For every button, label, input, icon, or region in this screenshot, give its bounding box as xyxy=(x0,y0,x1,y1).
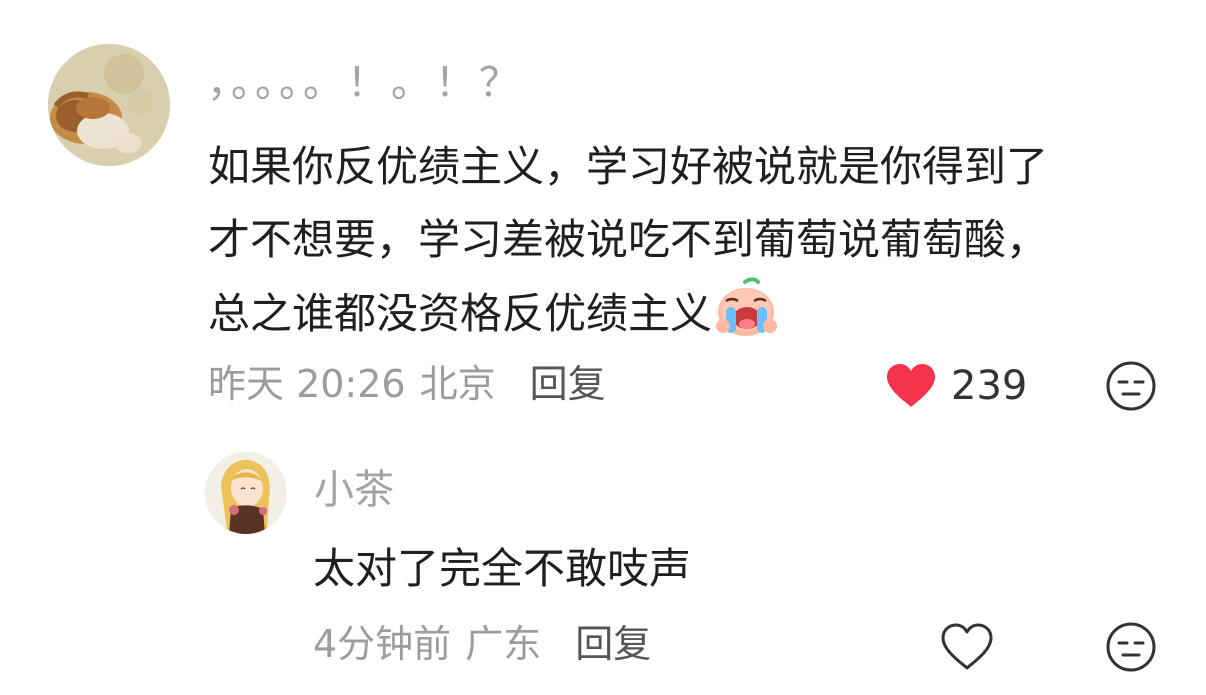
reply-location: 广东 xyxy=(465,622,542,666)
unamused-face-icon xyxy=(1106,622,1156,672)
comment-text-line: 如果你反优绩主义，学习好被说就是你得到了 xyxy=(208,142,1049,191)
reply-avatar[interactable] xyxy=(205,452,287,534)
reply-username[interactable]: 小茶 xyxy=(314,470,394,510)
commenter-username[interactable]: ，。。。。！。！？ xyxy=(207,63,523,103)
comment-text-line: 才不想要，学习差被说吃不到葡萄说葡萄酸， xyxy=(208,215,1049,264)
reply-button[interactable]: 回复 xyxy=(530,365,606,403)
comment-text-line: 总之谁都没资格反优绩主义 xyxy=(208,276,1168,349)
reply-time: 4分钟前 xyxy=(313,622,452,666)
comment-text: 如果你反优绩主义，学习好被说就是你得到了 才不想要，学习差被说吃不到葡萄说葡萄酸… xyxy=(208,130,1168,349)
reply-like-button[interactable] xyxy=(940,620,994,674)
comment-text-line-content: 总之谁都没资格反优绩主义 xyxy=(208,289,713,338)
reply-to-reply-button[interactable]: 回复 xyxy=(575,625,651,663)
comment-meta: 昨天 20:26 北京 回复 xyxy=(208,360,606,408)
like-count: 239 xyxy=(951,363,1028,409)
reply-dislike-button[interactable] xyxy=(1105,621,1157,673)
comment-location: 北京 xyxy=(419,362,496,406)
heart-filled-icon xyxy=(887,364,935,407)
unamused-face-icon xyxy=(1106,361,1156,411)
reply-meta: 4分钟前 广东 回复 xyxy=(313,620,651,668)
dislike-button[interactable] xyxy=(1105,360,1157,412)
crying-laughing-sticker-icon xyxy=(714,276,778,340)
commenter-avatar[interactable] xyxy=(48,44,170,166)
comment-time: 昨天 20:26 xyxy=(208,362,406,406)
like-button[interactable]: 239 xyxy=(884,359,1027,413)
heart-outline-icon xyxy=(941,623,993,670)
reply-text: 太对了完全不敢吱声 xyxy=(313,544,692,593)
